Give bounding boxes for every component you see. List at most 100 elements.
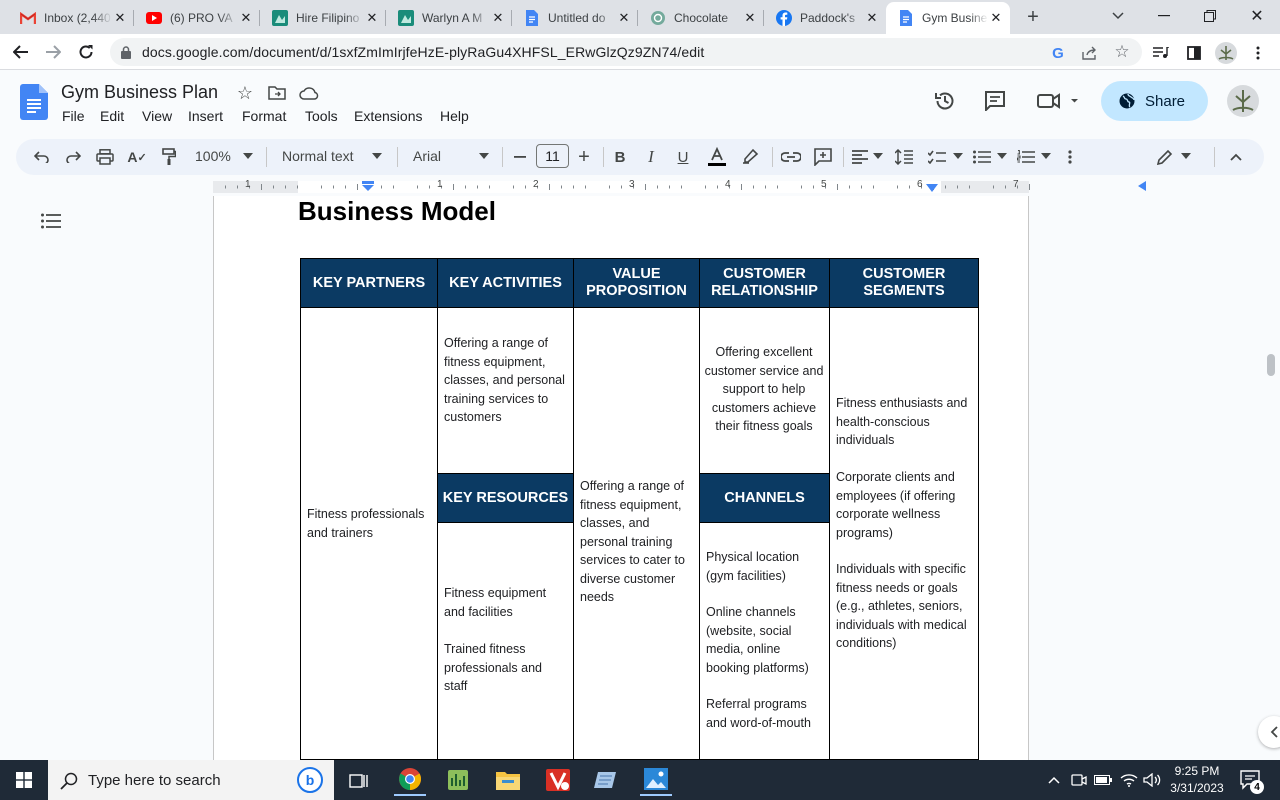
document-outline-icon[interactable] [40, 210, 62, 232]
browser-tab-active[interactable]: Gym Busine ✕ [886, 2, 1010, 34]
chevron-down-icon[interactable] [996, 151, 1008, 161]
document-title[interactable]: Gym Business Plan [61, 82, 218, 103]
reload-icon[interactable] [75, 41, 97, 63]
menu-extensions[interactable]: Extensions [354, 108, 422, 124]
redo-icon[interactable] [63, 147, 83, 167]
show-hidden-icons-chevron-icon[interactable] [1046, 772, 1062, 788]
menu-file[interactable]: File [62, 108, 85, 124]
wifi-icon[interactable] [1119, 770, 1139, 790]
increase-font-size-icon[interactable]: + [575, 146, 593, 168]
share-page-icon[interactable] [1080, 43, 1100, 63]
numbered-list-icon[interactable] [1015, 146, 1037, 168]
close-tab-icon[interactable]: ✕ [238, 10, 254, 26]
menu-edit[interactable]: Edit [100, 108, 124, 124]
editing-mode-pencil-icon[interactable] [1155, 146, 1175, 168]
menu-view[interactable]: View [142, 108, 172, 124]
chevron-down-icon[interactable] [872, 151, 884, 161]
print-icon[interactable] [95, 147, 115, 167]
italic-icon[interactable]: I [641, 147, 661, 167]
browser-tab[interactable]: Inbox (2,440 ✕ [8, 4, 134, 31]
decrease-font-size-icon[interactable] [511, 147, 529, 167]
site-info-lock-icon[interactable] [118, 44, 134, 60]
close-tab-icon[interactable]: ✕ [988, 10, 1004, 26]
back-arrow-icon[interactable] [10, 41, 32, 63]
right-indent-marker-icon[interactable] [926, 184, 938, 192]
browser-tab[interactable]: Chocolate ✕ [638, 4, 764, 31]
checklist-icon[interactable] [926, 146, 948, 168]
docs-logo-icon[interactable] [20, 84, 48, 120]
close-tab-icon[interactable]: ✕ [742, 10, 758, 26]
meet-call-icon[interactable] [1036, 89, 1080, 113]
chrome-taskbar-icon[interactable] [394, 764, 426, 796]
browser-tab[interactable]: Warlyn A M ✕ [386, 4, 512, 31]
move-folder-icon[interactable] [267, 84, 287, 102]
clock-date[interactable]: 3/31/2023 [1162, 780, 1232, 797]
share-button[interactable]: Share [1101, 81, 1208, 121]
notes-taskbar-icon[interactable] [592, 766, 620, 794]
spellcheck-icon[interactable]: A ✓ [127, 147, 147, 167]
bookmark-star-icon[interactable]: ☆ [1112, 42, 1132, 62]
more-options-icon[interactable] [1062, 146, 1078, 168]
insert-comment-icon[interactable] [812, 146, 834, 168]
app-v-taskbar-icon[interactable] [544, 766, 572, 794]
underline-icon[interactable]: U [673, 147, 693, 167]
new-tab-button[interactable]: + [1022, 6, 1044, 28]
bold-icon[interactable]: B [610, 147, 630, 167]
battery-icon[interactable] [1093, 771, 1113, 789]
highlight-color-icon[interactable] [740, 145, 762, 167]
forward-arrow-icon[interactable] [42, 41, 64, 63]
close-tab-icon[interactable]: ✕ [616, 10, 632, 26]
profile-avatar[interactable] [1214, 41, 1238, 65]
browser-tab[interactable]: Paddock's ✕ [764, 4, 886, 31]
menu-tools[interactable]: Tools [305, 108, 338, 124]
hide-menus-chevron-up-icon[interactable] [1226, 147, 1246, 167]
paragraph-style-select[interactable]: Normal text [282, 148, 354, 164]
line-spacing-icon[interactable] [893, 146, 915, 168]
task-view-icon[interactable] [346, 768, 372, 794]
insert-link-icon[interactable] [780, 147, 802, 167]
chevron-down-icon[interactable] [478, 151, 490, 161]
vertical-scrollbar-thumb[interactable] [1267, 354, 1275, 376]
volume-icon[interactable] [1142, 770, 1162, 790]
close-tab-icon[interactable]: ✕ [112, 10, 128, 26]
cloud-saved-icon[interactable] [299, 84, 319, 102]
font-family-select[interactable]: Arial [413, 148, 441, 164]
close-window-icon[interactable]: ✕ [1245, 6, 1269, 26]
browser-tab[interactable]: Untitled do ✕ [512, 4, 638, 31]
section-heading[interactable]: Business Model [298, 196, 496, 227]
align-left-icon[interactable] [850, 147, 870, 167]
text-color-icon[interactable] [705, 145, 729, 169]
margin-marker-icon[interactable] [1138, 181, 1148, 193]
paint-format-icon[interactable] [159, 147, 179, 167]
meet-now-icon[interactable] [1070, 771, 1088, 789]
minimize-window-icon[interactable] [1152, 6, 1176, 26]
excel-taskbar-icon[interactable] [444, 766, 472, 794]
chevron-down-icon[interactable] [1180, 151, 1192, 161]
bing-icon[interactable]: b [294, 764, 326, 796]
side-panel-icon[interactable] [1183, 42, 1205, 64]
chevron-down-icon[interactable] [242, 151, 254, 161]
file-explorer-icon[interactable] [494, 766, 522, 794]
menu-insert[interactable]: Insert [188, 108, 223, 124]
browser-menu-icon[interactable] [1250, 42, 1266, 64]
tab-search-icon[interactable] [1108, 6, 1128, 26]
chevron-down-icon[interactable] [1040, 151, 1052, 161]
browser-tab[interactable]: (6) PRO VA ✕ [134, 4, 260, 31]
windows-start-icon[interactable] [0, 760, 48, 800]
chevron-down-icon[interactable] [371, 151, 383, 161]
menu-help[interactable]: Help [440, 108, 469, 124]
left-indent-marker-icon[interactable] [362, 181, 374, 191]
close-tab-icon[interactable]: ✕ [364, 10, 380, 26]
undo-icon[interactable] [32, 147, 52, 167]
menu-format[interactable]: Format [242, 108, 286, 124]
font-size-input[interactable]: 11 [536, 144, 569, 168]
bulleted-list-icon[interactable] [971, 146, 993, 168]
clock-time[interactable]: 9:25 PM [1166, 763, 1228, 780]
restore-window-icon[interactable] [1198, 6, 1222, 26]
account-avatar[interactable] [1227, 85, 1259, 117]
zoom-select[interactable]: 100% [195, 148, 231, 164]
star-icon[interactable]: ☆ [235, 83, 255, 103]
browser-tab[interactable]: Hire Filipino ✕ [260, 4, 386, 31]
version-history-icon[interactable] [932, 89, 958, 113]
comments-icon[interactable] [982, 89, 1008, 113]
